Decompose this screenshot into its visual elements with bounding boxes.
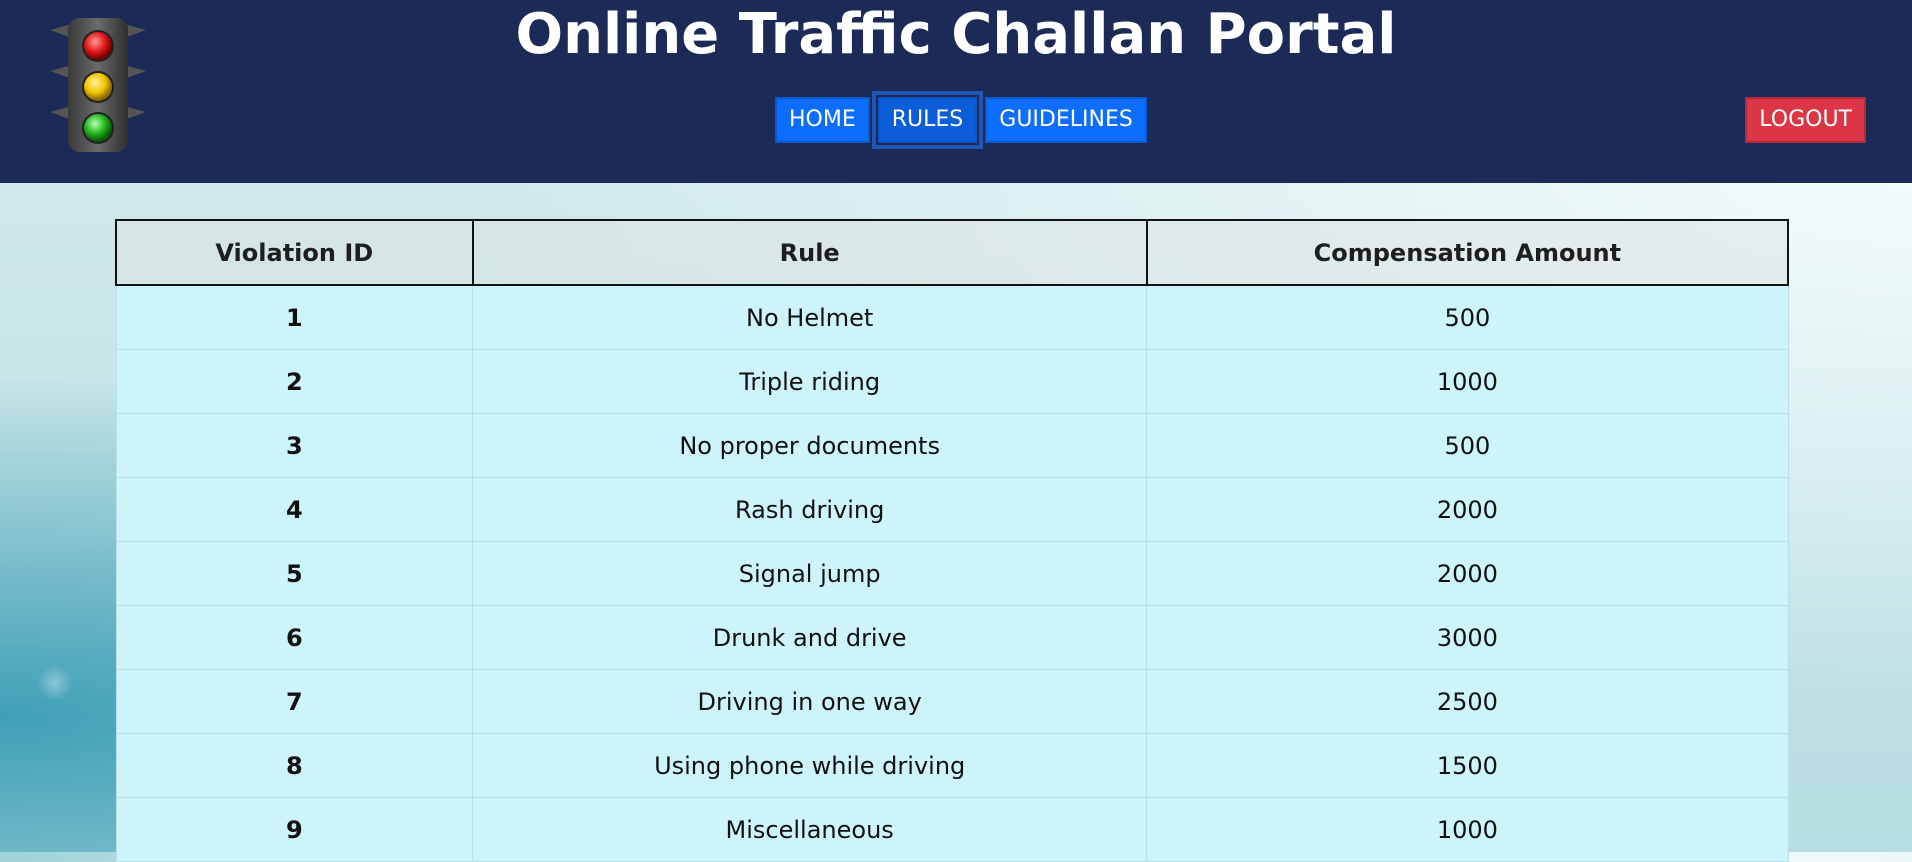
table-header-row: Violation ID Rule Compensation Amount (115, 219, 1790, 286)
table-row: 7 Driving in one way 2500 (115, 669, 1789, 734)
amount-cell: 2500 (1146, 669, 1789, 734)
rules-table: Violation ID Rule Compensation Amount 1 … (115, 219, 1790, 862)
violation-id-cell: 1 (115, 284, 474, 350)
rule-cell: Using phone while driving (472, 733, 1148, 798)
amount-cell: 500 (1146, 413, 1789, 478)
nav-guidelines-button[interactable]: GUIDELINES (985, 97, 1147, 143)
table-row: 1 No Helmet 500 (115, 284, 1789, 350)
table-row: 2 Triple riding 1000 (115, 349, 1789, 414)
violation-id-cell: 3 (115, 413, 474, 478)
amount-cell: 3000 (1146, 605, 1789, 670)
main-nav: HOME RULES GUIDELINES (775, 91, 1147, 149)
column-header-rule: Rule (471, 219, 1148, 286)
column-header-compensation-amount: Compensation Amount (1145, 219, 1790, 286)
rule-cell: Triple riding (472, 349, 1148, 414)
table-row: 4 Rash driving 2000 (115, 477, 1789, 542)
table-row: 3 No proper documents 500 (115, 413, 1789, 478)
rule-cell: Signal jump (472, 541, 1148, 606)
rule-cell: Driving in one way (472, 669, 1148, 734)
violation-id-cell: 8 (115, 733, 474, 798)
rule-cell: No Helmet (472, 284, 1148, 350)
violation-id-cell: 7 (115, 669, 474, 734)
amount-cell: 1000 (1146, 349, 1789, 414)
amount-cell: 500 (1146, 284, 1789, 350)
violation-id-cell: 5 (115, 541, 474, 606)
table-row: 5 Signal jump 2000 (115, 541, 1789, 606)
amount-cell: 2000 (1146, 541, 1789, 606)
rule-cell: Rash driving (472, 477, 1148, 542)
nav-rules-button[interactable]: RULES (871, 91, 984, 149)
amount-cell: 1500 (1146, 733, 1789, 798)
column-header-violation-id: Violation ID (115, 219, 474, 286)
page-title: Online Traffic Challan Portal (515, 2, 1397, 67)
site-header: Online Traffic Challan Portal HOME RULES… (0, 0, 1912, 183)
violation-id-cell: 4 (115, 477, 474, 542)
table-row: 8 Using phone while driving 1500 (115, 733, 1789, 798)
nav-home-button[interactable]: HOME (775, 97, 870, 143)
rule-cell: Drunk and drive (472, 605, 1148, 670)
rules-table-container: Violation ID Rule Compensation Amount 1 … (115, 219, 1790, 862)
amount-cell: 2000 (1146, 477, 1789, 542)
rule-cell: No proper documents (472, 413, 1148, 478)
violation-id-cell: 6 (115, 605, 474, 670)
violation-id-cell: 2 (115, 349, 474, 414)
logout-button[interactable]: LOGOUT (1745, 97, 1866, 143)
table-row: 6 Drunk and drive 3000 (115, 605, 1789, 670)
